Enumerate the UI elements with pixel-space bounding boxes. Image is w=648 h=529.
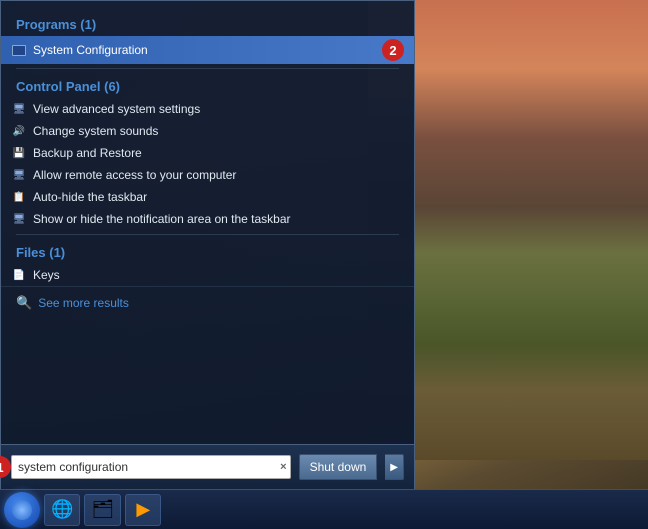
system-config-icon <box>11 42 27 58</box>
control-item-5[interactable]: 🖥 Show or hide the notification area on … <box>1 208 414 230</box>
taskbar: 🌐 🗂 ▶ <box>0 489 648 529</box>
control-item-1-label: Change system sounds <box>33 124 404 138</box>
control-panel-divider <box>16 234 399 235</box>
search-input[interactable] <box>11 455 291 479</box>
shutdown-button[interactable]: Shut down <box>299 454 378 480</box>
keys-file-icon: 📄 <box>11 267 27 283</box>
see-more-results[interactable]: 🔍 See more results <box>1 286 414 319</box>
backup-restore-icon: 💾 <box>11 145 27 161</box>
control-item-4-label: Auto-hide the taskbar <box>33 190 404 204</box>
files-item-0[interactable]: 📄 Keys <box>1 264 414 286</box>
files-category-header: Files (1) <box>1 239 414 264</box>
control-item-2[interactable]: 💾 Backup and Restore <box>1 142 414 164</box>
taskbar-item-explorer[interactable]: 🗂 <box>84 494 121 526</box>
system-configuration-item[interactable]: System Configuration 2 <box>1 36 414 64</box>
notification-area-icon: 🖥 <box>11 211 27 227</box>
control-item-1[interactable]: 🔊 Change system sounds <box>1 120 414 142</box>
search-magnifier-icon: 🔍 <box>16 295 32 311</box>
control-item-0-label: View advanced system settings <box>33 102 404 116</box>
taskbar-item-media[interactable]: ▶ <box>125 494 161 526</box>
start-menu: Programs (1) System Configuration 2 Cont… <box>0 0 415 489</box>
start-orb-button[interactable] <box>4 492 40 528</box>
remote-access-icon: 🖥 <box>11 167 27 183</box>
system-config-badge: 2 <box>382 39 404 61</box>
search-badge: 1 <box>0 456 11 478</box>
start-orb-inner <box>12 500 32 520</box>
advanced-settings-icon: 🖥 <box>11 101 27 117</box>
explorer-icon: 🗂 <box>91 499 114 520</box>
control-panel-category-header: Control Panel (6) <box>1 73 414 98</box>
control-item-5-label: Show or hide the notification area on th… <box>33 212 404 226</box>
control-item-3[interactable]: 🖥 Allow remote access to your computer <box>1 164 414 186</box>
chevron-right-icon: ▶ <box>390 462 398 473</box>
taskbar-item-ie[interactable]: 🌐 <box>44 494 80 526</box>
media-player-icon: ▶ <box>136 499 150 520</box>
see-more-label: See more results <box>38 296 129 310</box>
search-clear-button[interactable]: × <box>280 461 286 473</box>
shutdown-arrow-button[interactable]: ▶ <box>385 454 404 480</box>
system-sounds-icon: 🔊 <box>11 123 27 139</box>
search-results-panel: Programs (1) System Configuration 2 Cont… <box>1 1 414 444</box>
control-item-2-label: Backup and Restore <box>33 146 404 160</box>
ie-icon: 🌐 <box>51 499 73 520</box>
search-input-wrapper: × 1 <box>11 455 291 479</box>
control-item-0[interactable]: 🖥 View advanced system settings <box>1 98 414 120</box>
programs-category-header: Programs (1) <box>1 11 414 36</box>
system-config-label: System Configuration <box>33 43 370 57</box>
files-item-0-label: Keys <box>33 268 404 282</box>
control-item-4[interactable]: 📋 Auto-hide the taskbar <box>1 186 414 208</box>
search-bar: × 1 Shut down ▶ <box>1 444 414 489</box>
taskbar-icon: 📋 <box>11 189 27 205</box>
programs-divider <box>16 68 399 69</box>
control-item-3-label: Allow remote access to your computer <box>33 168 404 182</box>
